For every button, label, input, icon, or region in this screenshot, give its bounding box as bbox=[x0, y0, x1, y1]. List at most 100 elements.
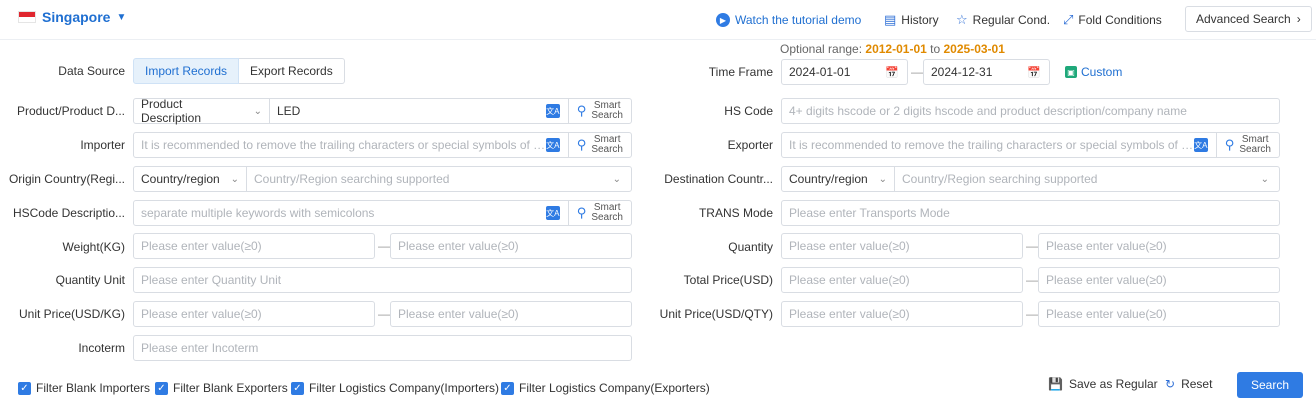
quantity-unit-input[interactable]: Please enter Quantity Unit bbox=[134, 273, 631, 287]
regular-label: Regular Cond. bbox=[972, 13, 1051, 27]
product-label: Product/Product D... bbox=[16, 104, 125, 118]
origin-type-select[interactable]: Country/region ⌄ bbox=[134, 167, 247, 191]
fold-label: Fold Conditions bbox=[1078, 13, 1162, 27]
reset-button[interactable]: ↻ Reset bbox=[1165, 377, 1212, 391]
importer-input[interactable]: It is recommended to remove the trailing… bbox=[134, 138, 546, 152]
filter-label: Filter Blank Importers bbox=[36, 381, 151, 395]
quantity-unit-field[interactable]: Please enter Quantity Unit bbox=[133, 267, 632, 293]
weight-min-input[interactable]: Please enter value(≥0) bbox=[134, 239, 374, 253]
checkmark-icon: ✓ bbox=[18, 381, 31, 395]
data-source-label: Data Source bbox=[58, 64, 125, 78]
incoterm-label: Incoterm bbox=[78, 341, 125, 355]
optional-range-start: 2012-01-01 bbox=[865, 42, 927, 56]
hs-code-label: HS Code bbox=[724, 104, 773, 118]
quantity-max-input[interactable]: Please enter value(≥0) bbox=[1039, 239, 1279, 253]
search-button[interactable]: Search bbox=[1237, 372, 1303, 398]
total-price-max-field[interactable]: Please enter value(≥0) bbox=[1038, 267, 1280, 293]
chevron-down-icon[interactable]: ⌄ bbox=[1261, 174, 1269, 185]
product-input[interactable]: LED bbox=[270, 104, 546, 118]
range-dash: — bbox=[378, 307, 390, 321]
exporter-input[interactable]: It is recommended to remove the trailing… bbox=[782, 138, 1194, 152]
unit-price-kg-min-field[interactable]: Please enter value(≥0) bbox=[133, 301, 375, 327]
chevron-down-icon: ⌄ bbox=[253, 105, 262, 117]
quantity-min-input[interactable]: Please enter value(≥0) bbox=[782, 239, 1022, 253]
smart-search-button[interactable]: ⚲ Smart Search bbox=[1215, 133, 1279, 157]
chevron-right-icon: › bbox=[1296, 12, 1301, 26]
translate-icon[interactable]: 文A bbox=[545, 104, 560, 118]
unit-price-qty-max-input[interactable]: Please enter value(≥0) bbox=[1039, 307, 1279, 321]
optional-range-to: to bbox=[930, 42, 941, 56]
start-date-input[interactable]: 2024-01-01 bbox=[782, 65, 885, 79]
smart-search-button[interactable]: ⚲ Smart Search bbox=[567, 133, 631, 157]
weight-max-input[interactable]: Please enter value(≥0) bbox=[391, 239, 631, 253]
search-label: Search bbox=[591, 144, 623, 155]
translate-icon[interactable]: 文A bbox=[545, 138, 560, 152]
incoterm-input[interactable]: Please enter Incoterm bbox=[134, 341, 631, 355]
optional-range-end: 2025-03-01 bbox=[943, 42, 1005, 56]
product-type-value: Product Description bbox=[141, 97, 202, 125]
destination-country-input[interactable]: Country/Region searching supported bbox=[895, 172, 1253, 186]
unit-price-kg-min-input[interactable]: Please enter value(≥0) bbox=[134, 307, 374, 321]
origin-country-input[interactable]: Country/Region searching supported bbox=[247, 172, 605, 186]
weight-min-field[interactable]: Please enter value(≥0) bbox=[133, 233, 375, 259]
history-link[interactable]: ▤ History bbox=[884, 0, 939, 40]
unit-price-kg-label: Unit Price(USD/KG) bbox=[18, 307, 125, 321]
range-dash: — bbox=[378, 239, 390, 253]
start-date-field[interactable]: 2024-01-01 📅 bbox=[781, 59, 908, 85]
translate-icon[interactable]: 文A bbox=[1193, 138, 1208, 152]
incoterm-field[interactable]: Please enter Incoterm bbox=[133, 335, 632, 361]
total-price-max-input[interactable]: Please enter value(≥0) bbox=[1039, 273, 1279, 287]
filter-logistics-importers-checkbox[interactable]: ✓ Filter Logistics Company(Importers) bbox=[291, 381, 499, 395]
translate-icon[interactable]: 文A bbox=[545, 206, 560, 220]
end-date-field[interactable]: 2024-12-31 📅 bbox=[923, 59, 1050, 85]
origin-type-value: Country/region bbox=[141, 172, 220, 186]
total-price-min-input[interactable]: Please enter value(≥0) bbox=[782, 273, 1022, 287]
search-icon: ⚲ bbox=[1224, 137, 1235, 152]
search-icon: ⚲ bbox=[576, 137, 587, 152]
country-selector[interactable]: Singapore ▼ bbox=[18, 9, 126, 25]
import-records-button[interactable]: Import Records bbox=[133, 58, 240, 84]
fold-conditions-link[interactable]: ⤢ Fold Conditions bbox=[1063, 0, 1162, 40]
custom-range-button[interactable]: ▣ Custom bbox=[1065, 65, 1122, 79]
optional-range-label: Optional range: bbox=[780, 42, 863, 56]
end-date-input[interactable]: 2024-12-31 bbox=[924, 65, 1027, 79]
hs-code-input[interactable]: 4+ digits hscode or 2 digits hscode and … bbox=[782, 104, 1279, 118]
smart-search-button[interactable]: ⚲ Smart Search bbox=[567, 201, 631, 225]
product-type-select[interactable]: Product Description ⌄ bbox=[134, 97, 270, 125]
filter-blank-exporters-checkbox[interactable]: ✓ Filter Blank Exporters bbox=[155, 381, 288, 395]
export-records-button[interactable]: Export Records bbox=[239, 58, 345, 84]
filter-logistics-exporters-checkbox[interactable]: ✓ Filter Logistics Company(Exporters) bbox=[501, 381, 710, 395]
trans-mode-field[interactable]: Please enter Transports Mode bbox=[781, 200, 1280, 226]
chevron-down-icon[interactable]: ⌄ bbox=[613, 174, 621, 185]
destination-type-select[interactable]: Country/region ⌄ bbox=[782, 167, 895, 191]
range-dash: — bbox=[911, 65, 923, 79]
regular-cond-link[interactable]: ☆ Regular Cond. bbox=[956, 0, 1050, 40]
smart-search-button[interactable]: ⚲ Smart Search bbox=[567, 99, 631, 123]
trans-mode-input[interactable]: Please enter Transports Mode bbox=[782, 206, 1279, 220]
quantity-min-field[interactable]: Please enter value(≥0) bbox=[781, 233, 1023, 259]
exporter-label: Exporter bbox=[727, 138, 773, 152]
unit-price-qty-max-field[interactable]: Please enter value(≥0) bbox=[1038, 301, 1280, 327]
singapore-flag-icon bbox=[18, 11, 36, 23]
unit-price-kg-max-input[interactable]: Please enter value(≥0) bbox=[391, 307, 631, 321]
hscode-description-input[interactable]: separate multiple keywords with semicolo… bbox=[134, 206, 546, 220]
importer-label: Importer bbox=[80, 138, 125, 152]
search-label: Search bbox=[591, 110, 623, 121]
hs-code-field[interactable]: 4+ digits hscode or 2 digits hscode and … bbox=[781, 98, 1280, 124]
calendar-icon: 📅 bbox=[885, 66, 899, 79]
unit-price-qty-min-input[interactable]: Please enter value(≥0) bbox=[782, 307, 1022, 321]
quantity-max-field[interactable]: Please enter value(≥0) bbox=[1038, 233, 1280, 259]
advanced-search-button[interactable]: Advanced Search › bbox=[1185, 6, 1312, 32]
filter-blank-importers-checkbox[interactable]: ✓ Filter Blank Importers bbox=[18, 381, 150, 395]
weight-max-field[interactable]: Please enter value(≥0) bbox=[390, 233, 632, 259]
total-price-label: Total Price(USD) bbox=[683, 273, 773, 287]
reset-icon: ↻ bbox=[1165, 377, 1176, 391]
country-name: Singapore bbox=[42, 9, 111, 25]
total-price-min-field[interactable]: Please enter value(≥0) bbox=[781, 267, 1023, 293]
unit-price-kg-max-field[interactable]: Please enter value(≥0) bbox=[390, 301, 632, 327]
save-as-regular-button[interactable]: 💾 Save as Regular bbox=[1048, 377, 1158, 391]
tutorial-link[interactable]: ▶ Watch the tutorial demo bbox=[716, 0, 861, 40]
quantity-label: Quantity bbox=[728, 240, 773, 254]
unit-price-qty-min-field[interactable]: Please enter value(≥0) bbox=[781, 301, 1023, 327]
advanced-label: Advanced Search bbox=[1196, 12, 1291, 26]
